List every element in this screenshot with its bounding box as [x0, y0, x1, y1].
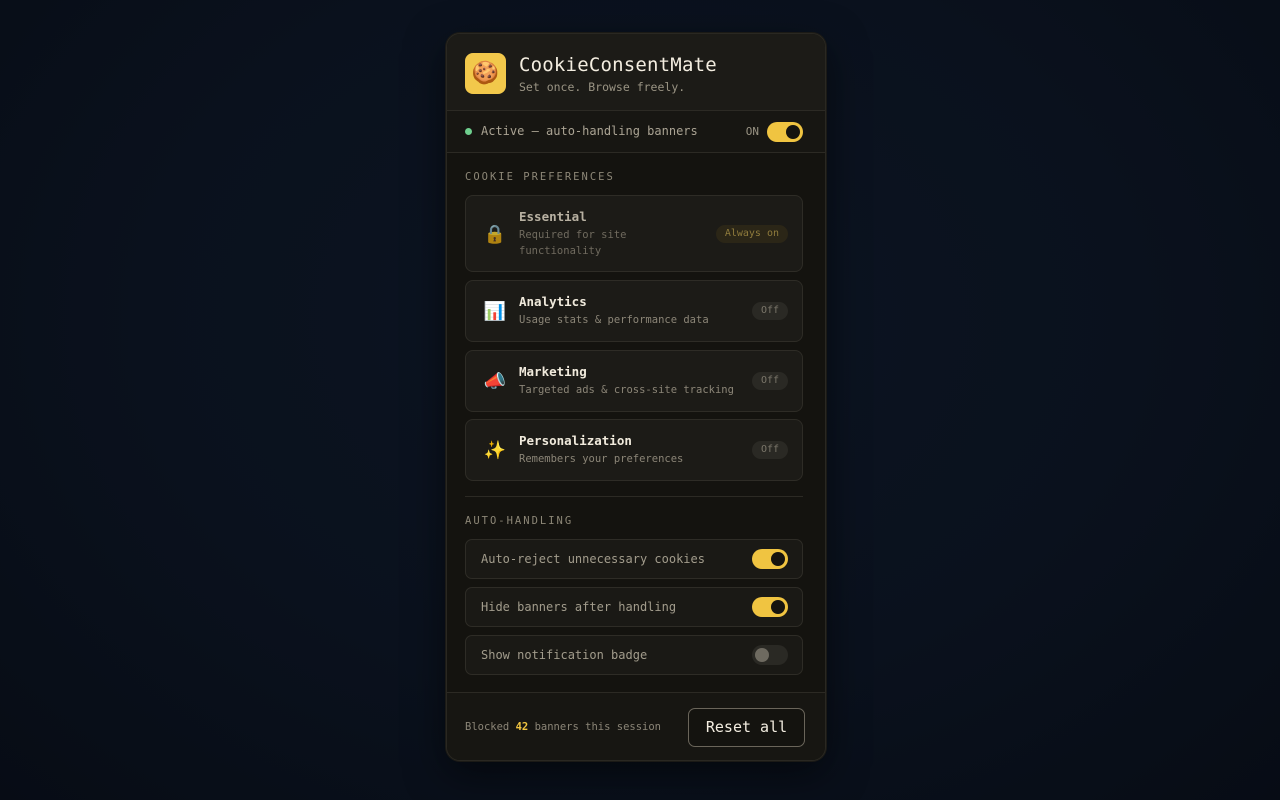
bar-chart-icon: 📊: [483, 300, 507, 322]
option-hide-banners: Hide banners after handling: [465, 587, 803, 627]
option-auto-reject: Auto-reject unnecessary cookies: [465, 539, 803, 579]
master-toggle-label: ON: [745, 125, 759, 138]
pref-card-essential: 🔒 Essential Required for site functional…: [465, 195, 803, 272]
extension-popup: 🍪 CookieConsentMate Set once. Browse fre…: [446, 33, 826, 761]
reset-all-button[interactable]: Reset all: [688, 708, 805, 747]
hide-banners-toggle[interactable]: [752, 597, 788, 617]
toggle-knob: [771, 552, 785, 566]
master-toggle[interactable]: [767, 122, 803, 142]
status-text: Active — auto-handling banners: [481, 124, 698, 138]
blocked-count: 42: [515, 721, 529, 733]
option-label: Hide banners after handling: [481, 600, 677, 614]
option-notification-badge: Show notification badge: [465, 635, 803, 675]
pref-title: Analytics: [519, 294, 587, 309]
pref-desc: Usage stats & performance data: [519, 314, 709, 326]
section-label-auto-handling: AUTO-HANDLING: [465, 515, 574, 527]
pref-card-personalization[interactable]: ✨ Personalization Remembers your prefere…: [465, 419, 803, 481]
megaphone-icon: 📣: [483, 370, 507, 392]
lock-icon: 🔒: [483, 223, 507, 245]
analytics-off-badge[interactable]: Off: [751, 302, 788, 320]
section-divider: [465, 496, 803, 497]
option-label: Auto-reject unnecessary cookies: [481, 552, 705, 566]
status-bar: Active — auto-handling banners ON: [447, 111, 825, 153]
pref-card-marketing[interactable]: 📣 Marketing Targeted ads & cross-site tr…: [465, 350, 803, 412]
sparkles-icon: ✨: [483, 439, 507, 461]
notification-badge-toggle[interactable]: [752, 645, 788, 665]
popup-header: 🍪 CookieConsentMate Set once. Browse fre…: [447, 34, 825, 111]
pref-title: Personalization: [519, 433, 632, 448]
always-on-badge: Always on: [715, 225, 788, 243]
pref-card-analytics[interactable]: 📊 Analytics Usage stats & performance da…: [465, 280, 803, 342]
pref-title: Marketing: [519, 364, 587, 379]
marketing-off-badge[interactable]: Off: [751, 372, 788, 390]
auto-reject-toggle[interactable]: [752, 549, 788, 569]
toggle-knob: [755, 648, 769, 662]
cookie-icon: 🍪: [465, 53, 506, 94]
personalization-off-badge[interactable]: Off: [751, 441, 788, 459]
pref-desc: Required for site functionality: [519, 229, 627, 257]
section-label-cookie-preferences: COOKIE PREFERENCES: [465, 171, 615, 183]
popup-footer: Blocked 42 banners this session Reset al…: [447, 692, 825, 760]
status-dot: [465, 128, 472, 135]
app-title: CookieConsentMate: [519, 54, 717, 76]
blocked-count-text: Blocked 42 banners this session: [465, 721, 662, 733]
pref-desc: Targeted ads & cross-site tracking: [519, 384, 734, 396]
toggle-knob: [771, 600, 785, 614]
toggle-knob: [786, 125, 800, 139]
pref-desc: Remembers your preferences: [519, 453, 684, 465]
app-tagline: Set once. Browse freely.: [519, 80, 686, 94]
pref-title: Essential: [519, 209, 587, 224]
option-label: Show notification badge: [481, 648, 648, 662]
